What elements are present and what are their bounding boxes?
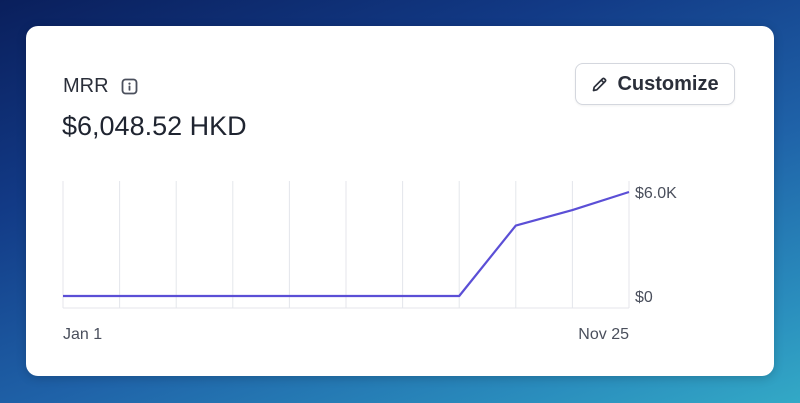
data-point[interactable] xyxy=(286,293,292,299)
x-axis: Jan 1 Nov 25 xyxy=(63,326,629,343)
data-point[interactable] xyxy=(626,189,632,195)
chart-grid xyxy=(62,181,630,309)
data-point[interactable] xyxy=(343,293,349,299)
y-axis: $6.0K $0 xyxy=(635,185,677,306)
y-tick-label: $0 xyxy=(635,289,653,306)
x-tick-label: Nov 25 xyxy=(578,326,629,343)
y-tick-label: $6.0K xyxy=(635,185,677,202)
data-point[interactable] xyxy=(456,293,462,299)
data-point[interactable] xyxy=(230,293,236,299)
mrr-card: MRR $6,048.52 HKD Customize $6.0K $0 Jan … xyxy=(26,26,774,376)
data-point[interactable] xyxy=(513,223,519,229)
data-point[interactable] xyxy=(117,293,123,299)
data-point[interactable] xyxy=(60,293,66,299)
data-point[interactable] xyxy=(569,207,575,213)
data-point[interactable] xyxy=(173,293,179,299)
mrr-chart: $6.0K $0 Jan 1 Nov 25 xyxy=(60,181,677,343)
data-point[interactable] xyxy=(400,293,406,299)
x-tick-label: Jan 1 xyxy=(63,326,102,343)
